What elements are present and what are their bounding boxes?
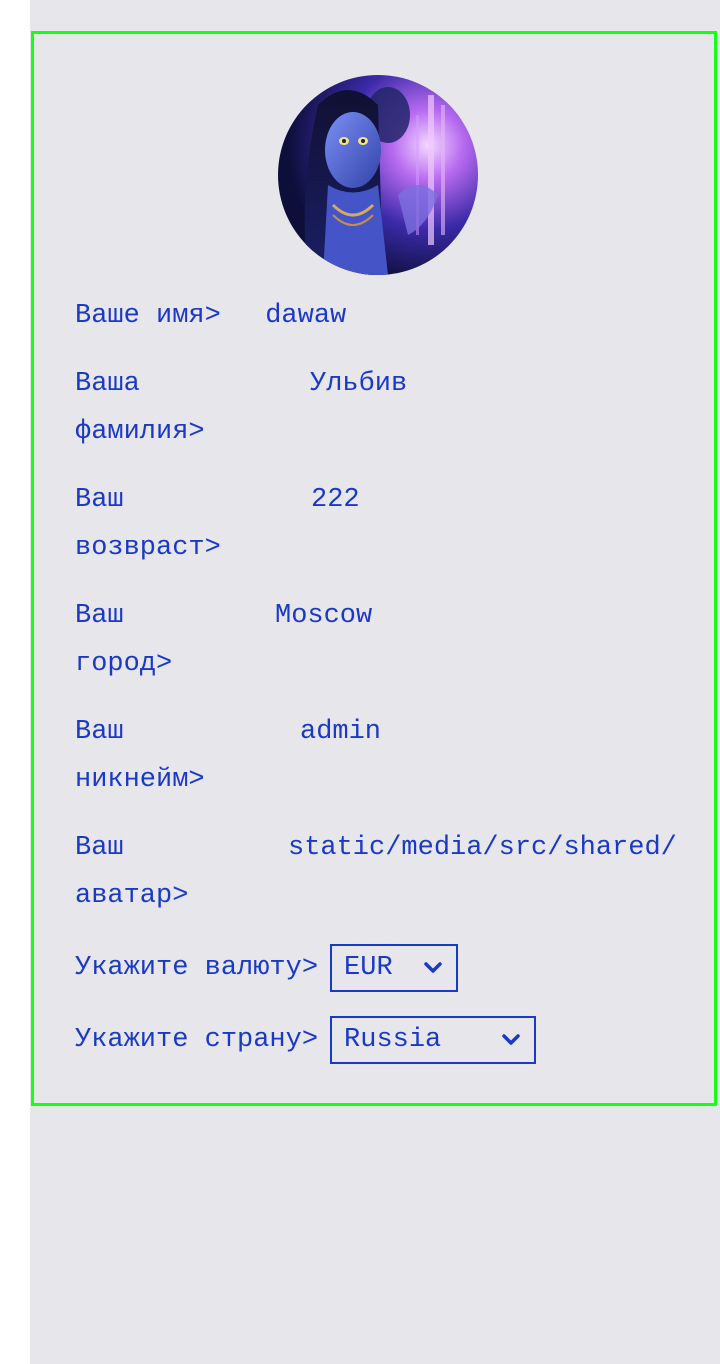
country-select[interactable]: Russia [330, 1016, 537, 1064]
field-nickname-value: admin [300, 717, 382, 747]
currency-select[interactable]: EUR [330, 944, 459, 992]
currency-selected-value: EUR [344, 953, 393, 983]
field-name-label: Ваше имя> [75, 301, 221, 331]
field-age-label-line2: возвраст> [75, 533, 221, 563]
field-avatar-value: static/media/src/shared/avatar.jpg [288, 833, 678, 863]
field-surname-value: Ульбив [310, 369, 408, 399]
field-age: Ваш возвраст> 222 [75, 476, 360, 572]
field-age-value: 222 [311, 485, 360, 515]
field-avatar-label-line2: аватар> [75, 881, 189, 911]
field-city: Ваш город> Moscow [75, 592, 372, 688]
field-surname-label-line2: фамилия> [75, 417, 205, 447]
field-surname: Ваша фамилия> Ульбив [75, 360, 407, 456]
field-city-value: Moscow [275, 601, 373, 631]
field-age-label-line1: Ваш [75, 485, 124, 515]
field-surname-label-line1: Ваша [75, 369, 140, 399]
profile-card: Ваше имя> dawaw Ваша фамилия> Ульбив Ваш… [31, 31, 717, 1106]
field-nickname-label-line2: никнейм> [75, 765, 205, 795]
country-selected-value: Russia [344, 1025, 442, 1055]
avatar-image [278, 75, 478, 275]
country-label: Укажите страну> [75, 1025, 319, 1055]
field-avatar-row: Ваш аватар> static/media/src/shared/avat… [75, 824, 678, 920]
country-row: Укажите страну> Russia [75, 1014, 537, 1066]
field-name: Ваше имя> dawaw [75, 292, 346, 340]
field-nickname: Ваш никнейм> admin [75, 708, 381, 804]
field-city-label-line2: город> [75, 649, 173, 679]
currency-label: Укажите валюту> [75, 953, 319, 983]
field-avatar-label-line1: Ваш [75, 833, 124, 863]
field-avatar: Ваш аватар> static/media/src/shared/avat… [75, 824, 678, 934]
field-name-value: dawaw [265, 301, 347, 331]
chevron-down-icon [424, 953, 442, 983]
chevron-down-icon [502, 1025, 520, 1055]
field-nickname-label-line1: Ваш [75, 717, 124, 747]
avatar [278, 75, 478, 275]
currency-row: Укажите валюту> EUR [75, 942, 459, 994]
field-city-label-line1: Ваш [75, 601, 124, 631]
